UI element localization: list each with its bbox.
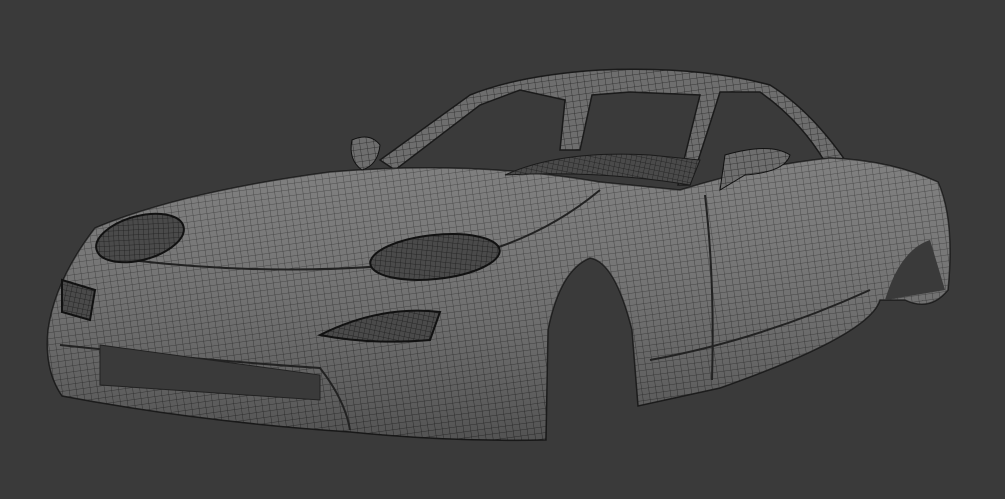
car-body xyxy=(46,153,951,442)
car-wireframe-render xyxy=(46,68,951,442)
viewport-3d[interactable] xyxy=(0,0,1005,499)
